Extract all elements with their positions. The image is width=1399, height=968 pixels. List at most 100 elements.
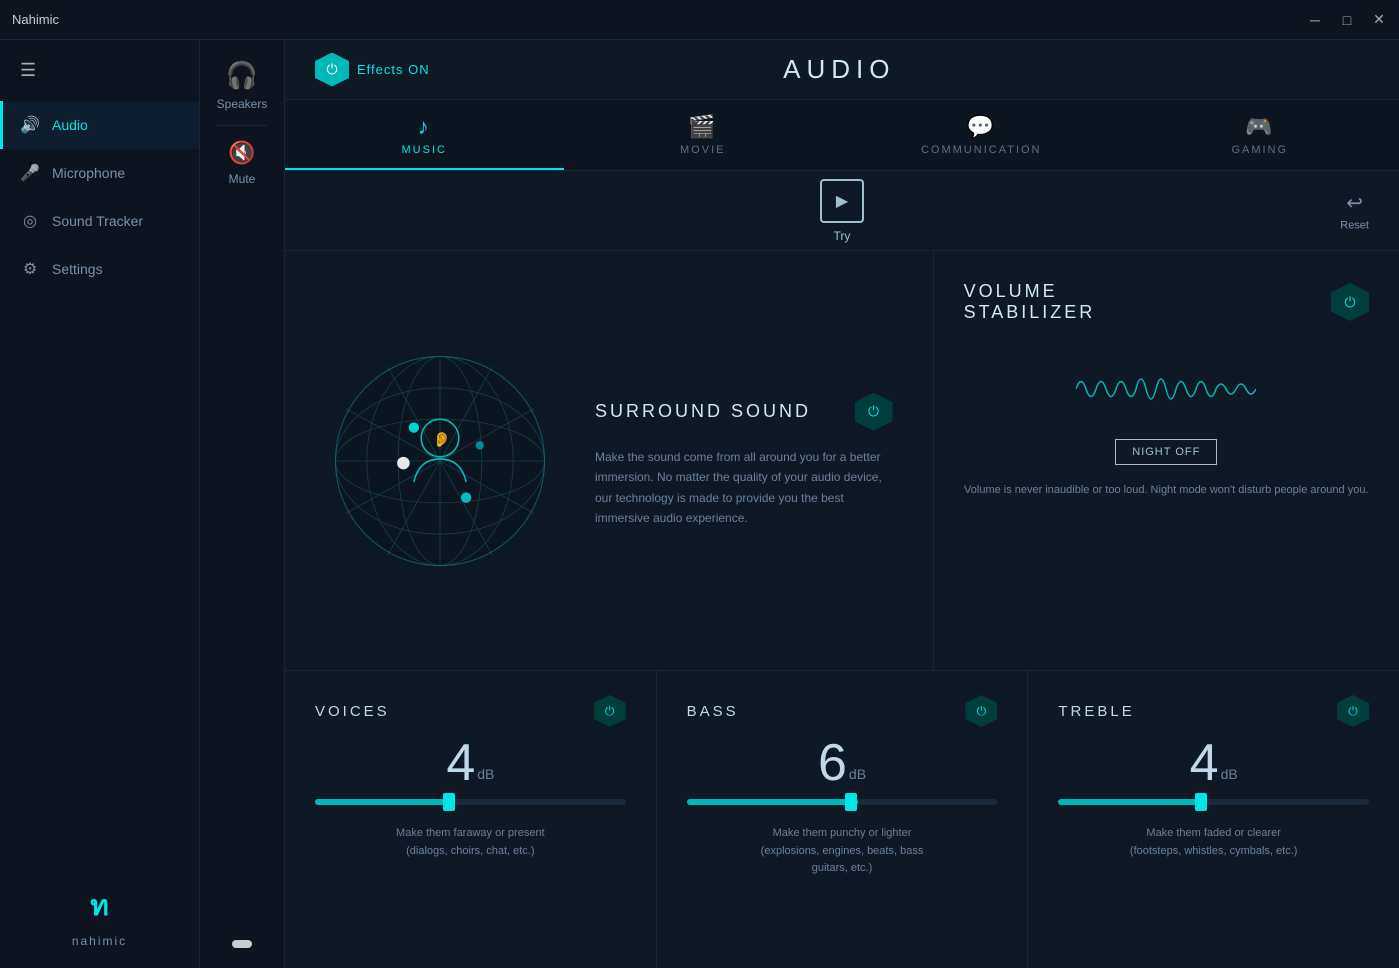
stabilizer-title: VOLUMESTABILIZER (964, 281, 1096, 323)
close-button[interactable]: ✕ (1371, 12, 1387, 28)
slider-panel-treble: TREBLE ⏻ 4 dB Make them faded or clearer… (1028, 671, 1399, 968)
surround-title: SURROUND SOUND (595, 401, 811, 422)
hamburger-menu[interactable]: ☰ (0, 50, 199, 101)
slider-desc-voices: Make them faraway or present(dialogs, ch… (396, 825, 545, 860)
slider-thumb-bass[interactable] (845, 793, 857, 811)
microphone-icon: 🎤 (20, 163, 40, 183)
try-play-icon: ▶ (820, 179, 864, 223)
slider-track-container-treble[interactable] (1058, 789, 1369, 815)
titlebar: Nahimic ─ □ ✕ (0, 0, 1399, 40)
main-header: ⏻ Effects ON AUDIO (285, 40, 1399, 100)
sidebar-item-settings[interactable]: ⚙ Settings (0, 245, 199, 293)
sidebar-logo: ท nahimic (0, 864, 199, 968)
surround-title-row: SURROUND SOUND ⏻ (595, 393, 893, 431)
movie-tab-label: MOVIE (680, 144, 725, 156)
music-tab-label: MUSIC (402, 144, 447, 156)
slider-track-container-bass[interactable] (687, 789, 998, 815)
slider-panel-voices: VOICES ⏻ 4 dB Make them faraway or prese… (285, 671, 657, 968)
try-button[interactable]: ▶ Try (820, 179, 864, 243)
surround-section: 👂 SURROUND SOUND ⏻ (285, 251, 933, 670)
settings-icon: ⚙ (20, 259, 40, 279)
tab-gaming[interactable]: 🎮 GAMING (1121, 100, 1399, 170)
slider-thumb-voices[interactable] (443, 793, 455, 811)
slider-fill-bass (687, 799, 858, 805)
slider-title-bass: BASS (687, 703, 739, 720)
effects-on-button[interactable]: ⏻ Effects ON (315, 53, 430, 87)
minimize-button[interactable]: ─ (1307, 12, 1323, 28)
speakers-mute-icon: 🔇 (228, 140, 255, 166)
slider-header-treble: TREBLE ⏻ (1058, 695, 1369, 727)
sidebar-item-sound-tracker[interactable]: ◎ Sound Tracker (0, 197, 199, 245)
music-tab-icon: ♪ (418, 114, 431, 140)
slider-desc-treble: Make them faded or clearer(footsteps, wh… (1130, 825, 1298, 860)
slider-header-voices: VOICES ⏻ (315, 695, 626, 727)
stabilizer-description: Volume is never inaudible or too loud. N… (964, 481, 1369, 500)
stabilizer-wave (964, 359, 1369, 419)
slider-value-voices: 4 dB (446, 737, 494, 789)
movie-tab-icon: 🎬 (688, 114, 717, 140)
slider-power-voices[interactable]: ⏻ (594, 695, 626, 727)
slider-number-voices: 4 (446, 737, 475, 789)
sidebar: ☰ 🔊 Audio 🎤 Microphone ◎ Sound Tracker ⚙… (0, 40, 200, 968)
speakers-headphone-icon: 🎧 (226, 60, 258, 91)
night-off-button[interactable]: NIGHT OFF (1115, 439, 1217, 465)
sound-tracker-icon: ◎ (20, 211, 40, 231)
slider-track-treble[interactable] (1058, 799, 1369, 805)
sidebar-label-settings: Settings (52, 261, 103, 277)
app-body: ☰ 🔊 Audio 🎤 Microphone ◎ Sound Tracker ⚙… (0, 40, 1399, 968)
slider-track-voices[interactable] (315, 799, 626, 805)
slider-fill-voices (315, 799, 455, 805)
slider-power-bass[interactable]: ⏻ (965, 695, 997, 727)
speakers-panel: 🎧 Speakers 🔇 Mute (200, 40, 285, 968)
slider-value-treble: 4 dB (1190, 737, 1238, 789)
slider-value-bass: 6 dB (818, 737, 866, 789)
sphere-container: 👂 (325, 346, 555, 576)
slider-power-treble[interactable]: ⏻ (1337, 695, 1369, 727)
volume-stabilizer-section: VOLUMESTABILIZER ⏻ NIGHT OFF Volume is n… (933, 251, 1399, 670)
slider-number-treble: 4 (1190, 737, 1219, 789)
communication-tab-label: COMMUNICATION (921, 144, 1042, 156)
slider-title-voices: VOICES (315, 703, 390, 720)
audio-icon: 🔊 (20, 115, 40, 135)
tabs-bar: ♪ MUSIC 🎬 MOVIE 💬 COMMUNICATION 🎮 GAMING (285, 100, 1399, 171)
effects-label: Effects ON (357, 62, 430, 77)
tab-music[interactable]: ♪ MUSIC (285, 100, 564, 170)
content-area: ▶ Try ↩ Reset (285, 171, 1399, 968)
titlebar-controls: ─ □ ✕ (1307, 12, 1387, 28)
stabilizer-power-button[interactable]: ⏻ (1331, 283, 1369, 321)
slider-unit-bass: dB (849, 767, 866, 781)
slider-header-bass: BASS ⏻ (687, 695, 998, 727)
gaming-tab-icon: 🎮 (1245, 114, 1274, 140)
svg-text:👂: 👂 (433, 430, 451, 448)
sidebar-item-microphone[interactable]: 🎤 Microphone (0, 149, 199, 197)
surround-power-button[interactable]: ⏻ (855, 393, 893, 431)
slider-thumb-treble[interactable] (1195, 793, 1207, 811)
stabilizer-title-row: VOLUMESTABILIZER ⏻ (964, 281, 1369, 323)
speakers-divider (217, 125, 267, 126)
tab-communication[interactable]: 💬 COMMUNICATION (842, 100, 1121, 170)
bottom-section: VOICES ⏻ 4 dB Make them faraway or prese… (285, 671, 1399, 968)
slider-unit-voices: dB (477, 767, 494, 781)
slider-number-bass: 6 (818, 737, 847, 789)
reset-button[interactable]: ↩ Reset (1340, 190, 1369, 231)
slider-panel-bass: BASS ⏻ 6 dB Make them punchy or lighter(… (657, 671, 1029, 968)
slider-unit-treble: dB (1221, 767, 1238, 781)
slider-track-container-voices[interactable] (315, 789, 626, 815)
sphere-visualization: 👂 (325, 346, 555, 576)
volume-slider-container (232, 192, 252, 968)
logo-symbol: ท (90, 884, 108, 928)
maximize-button[interactable]: □ (1339, 12, 1355, 28)
surround-description: Make the sound come from all around you … (595, 447, 893, 529)
tab-movie[interactable]: 🎬 MOVIE (564, 100, 843, 170)
page-title: AUDIO (783, 54, 895, 85)
sidebar-item-audio[interactable]: 🔊 Audio (0, 101, 199, 149)
surround-info: SURROUND SOUND ⏻ Make the sound come fro… (595, 393, 893, 529)
top-section: 👂 SURROUND SOUND ⏻ (285, 251, 1399, 671)
speakers-mute-label: Mute (229, 172, 256, 186)
logo-text: nahimic (72, 934, 127, 948)
volume-knob[interactable] (232, 940, 252, 948)
slider-title-treble: TREBLE (1058, 703, 1134, 720)
main-content: ⏻ Effects ON AUDIO ♪ MUSIC 🎬 MOVIE 💬 COM… (285, 40, 1399, 968)
effects-hex-icon: ⏻ (315, 53, 349, 87)
slider-track-bass[interactable] (687, 799, 998, 805)
